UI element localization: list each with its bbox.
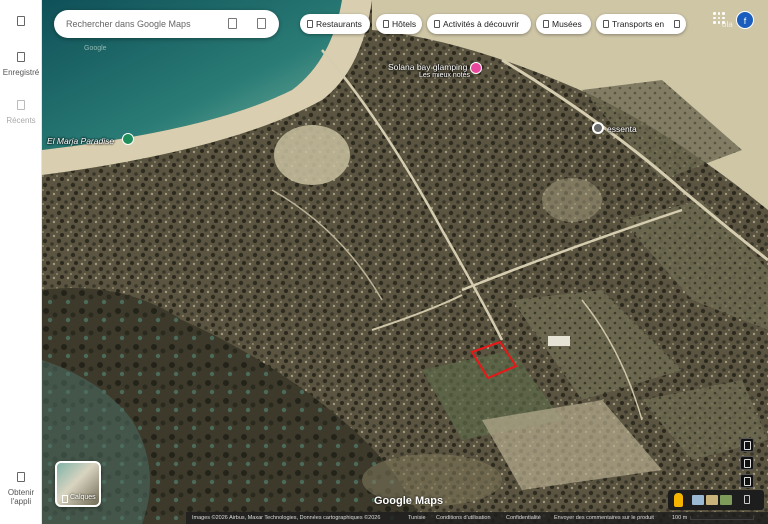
glamping-label[interactable]: Solana bay glamping	[388, 62, 467, 72]
saved-label: Enregistré	[2, 68, 40, 77]
terms-link[interactable]: Conditions d'utilisation	[436, 512, 491, 524]
chip-activities-label: Activités à découvrir	[443, 19, 520, 29]
country-link[interactable]: Tunisie	[408, 512, 426, 524]
chip-museums[interactable]: Musées	[536, 14, 591, 34]
feedback-link[interactable]: Envoyer des commentaires sur le produit	[554, 512, 654, 524]
imagery-credit: Images ©2026 Airbus, Maxar Technologies,…	[192, 515, 381, 521]
search-icon[interactable]	[228, 18, 237, 29]
zoom-in-button[interactable]	[740, 456, 754, 470]
apps-grid-icon[interactable]	[713, 12, 725, 24]
chip-restaurants-label: Restaurants	[316, 19, 362, 29]
location-button[interactable]	[740, 438, 754, 452]
chip-activities[interactable]: Activités à découvrir	[427, 14, 531, 34]
menu-icon	[17, 16, 25, 26]
attribution-bar: Images ©2026 Airbus, Maxar Technologies,…	[186, 512, 768, 524]
history-icon	[17, 100, 25, 110]
imagery-thumb-3[interactable]	[720, 495, 732, 505]
get-app-button[interactable]: Obtenir l'appli	[0, 472, 42, 506]
recent-button[interactable]: Récents	[0, 100, 42, 125]
account-avatar[interactable]: f	[736, 11, 754, 29]
water-ghost-label: Google	[84, 45, 107, 52]
expand-icon[interactable]	[744, 495, 750, 504]
scroll-more-icon	[674, 20, 680, 28]
layers-label: Calques	[62, 494, 96, 503]
imagery-thumb-1[interactable]	[692, 495, 704, 505]
chip-hotels[interactable]: Hôtels	[376, 14, 422, 34]
glamping-sublabel: Les mieux notés	[419, 72, 470, 79]
chip-hotels-label: Hôtels	[392, 19, 417, 29]
place-pin-icon[interactable]	[592, 122, 604, 134]
scale-label: 100 m	[672, 515, 688, 521]
imagery-thumb-2[interactable]	[706, 495, 718, 505]
street-view-bar	[668, 490, 764, 510]
privacy-link[interactable]: Confidentialité	[506, 512, 541, 524]
saved-button[interactable]: Enregistré	[0, 52, 42, 77]
hotel-pin-icon[interactable]	[470, 62, 482, 74]
chip-transit[interactable]: Transports en	[596, 14, 686, 34]
hotel-icon	[383, 20, 389, 28]
bookmark-icon	[17, 52, 25, 62]
directions-icon[interactable]	[257, 18, 266, 29]
chip-restaurants[interactable]: Restaurants	[300, 14, 370, 34]
layers-button[interactable]: Calques	[55, 461, 101, 507]
poi-label[interactable]: essenta	[607, 124, 637, 134]
pegman-icon[interactable]	[674, 493, 683, 507]
phone-icon	[17, 472, 25, 482]
google-maps-logo: Google Maps	[374, 495, 444, 507]
beach-label[interactable]: El Marja Paradise	[47, 136, 114, 146]
park-pin-icon[interactable]	[122, 133, 134, 145]
get-app-label-line1: Obtenir	[7, 488, 35, 497]
activity-icon	[434, 20, 440, 28]
satellite-map[interactable]: Google Solana bay glamping Les mieux not…	[42, 0, 768, 524]
transit-icon	[603, 20, 609, 28]
restaurant-icon	[307, 20, 313, 28]
search-box[interactable]	[54, 10, 279, 38]
zoom-out-button[interactable]	[740, 474, 754, 488]
recent-label: Récents	[6, 116, 36, 125]
left-sidebar: Enregistré Récents Obtenir l'appli	[0, 0, 42, 524]
chip-museums-label: Musées	[552, 19, 582, 29]
menu-button[interactable]	[0, 16, 42, 32]
museum-icon	[543, 20, 549, 28]
search-input[interactable]	[66, 16, 216, 32]
get-app-label-line2: l'appli	[10, 497, 32, 506]
satellite-imagery	[42, 0, 768, 524]
chip-transit-label: Transports en	[612, 19, 665, 29]
